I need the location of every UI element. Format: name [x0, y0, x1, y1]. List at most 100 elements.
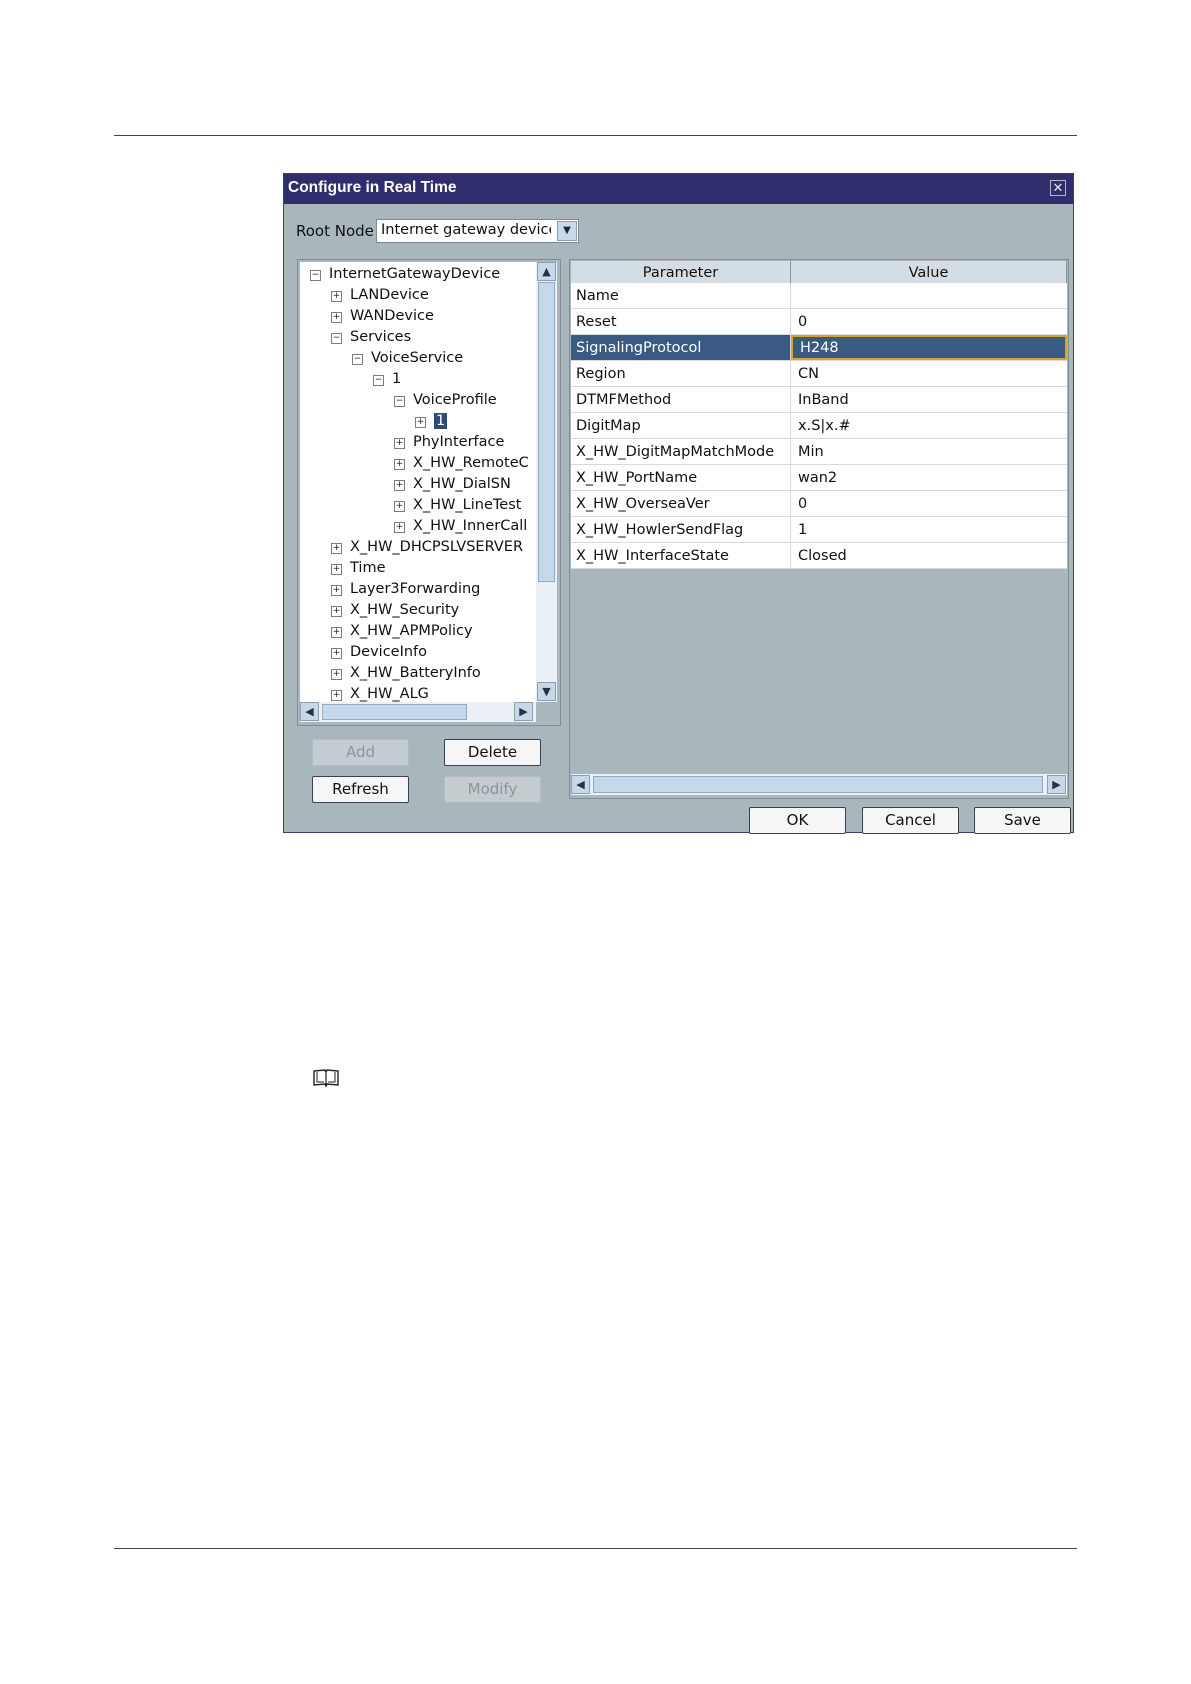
scroll-right-icon[interactable]: ▶	[514, 702, 533, 721]
chevron-down-icon[interactable]: ▼	[557, 221, 577, 241]
tree-item[interactable]: + X_HW_RemoteC	[394, 454, 529, 472]
value-cell[interactable]: 0	[791, 309, 1067, 334]
refresh-button[interactable]: Refresh	[312, 776, 409, 803]
tree-item[interactable]: + X_HW_BatteryInfo	[331, 664, 481, 682]
root-node-value: Internet gateway device	[381, 222, 551, 238]
root-node-label: Root Node	[296, 222, 374, 240]
value-cell[interactable]: Closed	[791, 543, 1067, 568]
tree-item[interactable]: − InternetGatewayDevice	[310, 265, 500, 283]
table-row[interactable]: Region CN	[571, 361, 1067, 387]
expand-icon[interactable]: +	[331, 606, 342, 617]
tree-item-label: 1	[392, 371, 402, 387]
value-cell[interactable]: x.S|x.#	[791, 413, 1067, 438]
value-cell[interactable]: CN	[791, 361, 1067, 386]
close-icon[interactable]: ✕	[1050, 180, 1066, 196]
collapse-icon[interactable]: −	[373, 375, 384, 386]
table-row[interactable]: X_HW_DigitMapMatchMode Min	[571, 439, 1067, 465]
parameter-cell: Region	[571, 361, 791, 386]
table-row[interactable]: X_HW_InterfaceState Closed	[571, 543, 1067, 569]
expand-icon[interactable]: +	[394, 522, 405, 533]
parameter-tree[interactable]: − InternetGatewayDevice + LANDevice + WANDe…	[300, 262, 536, 702]
expand-icon[interactable]: +	[331, 543, 342, 554]
table-row[interactable]: DigitMap x.S|x.#	[571, 413, 1067, 439]
tree-item[interactable]: + Time	[331, 559, 386, 577]
tree-item[interactable]: − Services	[331, 328, 411, 346]
dialog-title-bar[interactable]: Configure in Real Time ✕	[284, 174, 1073, 204]
modify-button[interactable]: Modify	[444, 776, 541, 803]
root-node-select[interactable]: Internet gateway device ▼	[376, 219, 579, 243]
expand-icon[interactable]: +	[331, 312, 342, 323]
value-cell[interactable]	[791, 283, 1067, 308]
collapse-icon[interactable]: −	[331, 333, 342, 344]
value-cell[interactable]: wan2	[791, 465, 1067, 490]
cancel-button[interactable]: Cancel	[862, 807, 959, 834]
expand-icon[interactable]: +	[394, 480, 405, 491]
expand-icon[interactable]: +	[394, 438, 405, 449]
value-cell[interactable]: Min	[791, 439, 1067, 464]
tree-item[interactable]: − VoiceService	[352, 349, 463, 367]
scroll-down-icon[interactable]: ▼	[537, 682, 556, 701]
tree-item-label: X_HW_DHCPSLVSERVER	[350, 539, 524, 555]
tree-horizontal-scroll-thumb[interactable]	[322, 704, 467, 720]
tree-item[interactable]: + X_HW_InnerCall	[394, 517, 527, 535]
column-header-parameter[interactable]: Parameter	[571, 261, 791, 283]
parameter-cell: X_HW_DigitMapMatchMode	[571, 439, 791, 464]
expand-icon[interactable]: +	[331, 564, 342, 575]
tree-item-label: VoiceProfile	[413, 392, 497, 408]
table-row[interactable]: Name	[571, 283, 1067, 309]
table-horizontal-scrollbar[interactable]: ◀ ▶	[571, 774, 1067, 795]
ok-button[interactable]: OK	[749, 807, 846, 834]
tree-item[interactable]: + X_HW_LineTest	[394, 496, 521, 514]
add-button[interactable]: Add	[312, 739, 409, 766]
tree-item[interactable]: + X_HW_Security	[331, 601, 459, 619]
tree-item[interactable]: + PhyInterface	[394, 433, 504, 451]
tree-item[interactable]: + X_HW_ALG	[331, 685, 429, 702]
table-horizontal-scroll-thumb[interactable]	[593, 776, 1043, 793]
scroll-right-icon[interactable]: ▶	[1047, 775, 1066, 794]
tree-item[interactable]: −1	[373, 370, 401, 388]
table-row[interactable]: X_HW_PortName wan2	[571, 465, 1067, 491]
table-row[interactable]: X_HW_OverseaVer 0	[571, 491, 1067, 517]
tree-item[interactable]: + DeviceInfo	[331, 643, 427, 661]
tree-item[interactable]: − VoiceProfile	[394, 391, 497, 409]
table-row[interactable]: Reset 0	[571, 309, 1067, 335]
tree-item[interactable]: + LANDevice	[331, 286, 429, 304]
expand-icon[interactable]: +	[394, 459, 405, 470]
expand-icon[interactable]: +	[331, 585, 342, 596]
value-cell[interactable]: 0	[791, 491, 1067, 516]
expand-icon[interactable]: +	[394, 501, 405, 512]
tree-vertical-scrollbar[interactable]: ▲ ▼	[536, 262, 557, 702]
delete-button[interactable]: Delete	[444, 739, 541, 766]
collapse-icon[interactable]: −	[310, 270, 321, 281]
value-cell[interactable]: InBand	[791, 387, 1067, 412]
save-button[interactable]: Save	[974, 807, 1071, 834]
scroll-left-icon[interactable]: ◀	[571, 775, 590, 794]
expand-icon[interactable]: +	[331, 648, 342, 659]
tree-item[interactable]: + X_HW_DHCPSLVSERVER	[331, 538, 523, 556]
table-row[interactable]: X_HW_HowlerSendFlag 1	[571, 517, 1067, 543]
tree-item-label: Time	[350, 560, 386, 576]
tree-vertical-scroll-thumb[interactable]	[538, 282, 555, 582]
value-cell-editing[interactable]: H248	[791, 335, 1067, 360]
scroll-up-icon[interactable]: ▲	[537, 262, 556, 281]
table-row[interactable]: DTMFMethod InBand	[571, 387, 1067, 413]
value-cell[interactable]: 1	[791, 517, 1067, 542]
expand-icon[interactable]: +	[331, 627, 342, 638]
expand-icon[interactable]: +	[331, 690, 342, 701]
tree-item[interactable]: + WANDevice	[331, 307, 434, 325]
tree-item[interactable]: + Layer3Forwarding	[331, 580, 480, 598]
tree-item-selected[interactable]: +1	[415, 412, 448, 430]
expand-icon[interactable]: +	[331, 291, 342, 302]
tree-item[interactable]: + X_HW_DialSN	[394, 475, 511, 493]
collapse-icon[interactable]: −	[394, 396, 405, 407]
table-row-selected[interactable]: SignalingProtocol H248	[571, 335, 1067, 361]
collapse-icon[interactable]: −	[352, 354, 363, 365]
tree-horizontal-scrollbar[interactable]: ◀ ▶	[300, 702, 536, 722]
tree-item[interactable]: + X_HW_APMPolicy	[331, 622, 473, 640]
expand-icon[interactable]: +	[331, 669, 342, 680]
column-header-value[interactable]: Value	[791, 261, 1067, 283]
expand-icon[interactable]: +	[415, 417, 426, 428]
scroll-left-icon[interactable]: ◀	[300, 702, 319, 721]
parameter-cell: SignalingProtocol	[571, 335, 791, 360]
tree-panel: − InternetGatewayDevice + LANDevice + WANDe…	[297, 259, 561, 726]
